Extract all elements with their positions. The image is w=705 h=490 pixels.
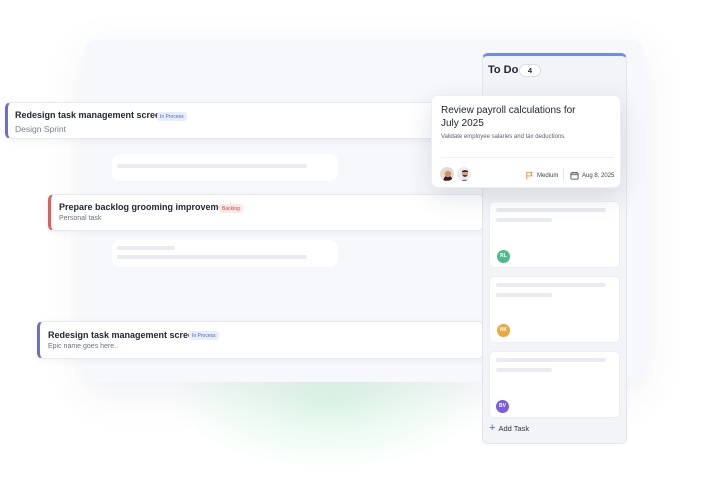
- task-card[interactable]: BV: [489, 351, 620, 418]
- status-badge: In Process: [157, 112, 187, 121]
- avatar: BV: [496, 400, 509, 413]
- task-card[interactable]: RL: [489, 201, 620, 268]
- task-row[interactable]: Redesign task management screens In Proc…: [37, 321, 484, 359]
- divider: [441, 157, 614, 158]
- task-row[interactable]: Prepare backlog grooming improvements Ba…: [48, 194, 484, 231]
- task-title: Prepare backlog grooming improvements: [59, 202, 238, 212]
- featured-task-card[interactable]: Review payroll calculations for July 202…: [431, 95, 621, 188]
- placeholder-card: [112, 154, 338, 181]
- task-title: Redesign task management screens: [15, 110, 171, 120]
- priority-label: Medium: [537, 172, 559, 179]
- placeholder-card: [112, 240, 338, 267]
- task-row[interactable]: Redesign task management screens In Proc…: [5, 102, 445, 139]
- task-subtitle: Epic name goes here..: [48, 343, 119, 350]
- calendar-icon: [570, 171, 579, 180]
- due-date-label: Aug 8, 2025: [582, 172, 615, 179]
- task-card[interactable]: NK: [489, 276, 620, 343]
- column-count-badge: 4: [519, 64, 541, 77]
- avatar: [439, 166, 455, 182]
- task-title: Review payroll calculations for July 202…: [441, 105, 576, 129]
- divider: [563, 168, 564, 180]
- column-title: To Do: [488, 64, 519, 76]
- add-task-label: Add Task: [498, 424, 530, 433]
- status-badge: Backlog: [219, 204, 243, 213]
- status-badge: In Process: [189, 331, 219, 340]
- task-title: Redesign task management screens: [48, 330, 204, 340]
- avatar: RL: [497, 250, 510, 263]
- task-description: Validate employee salaries and tax deduc…: [441, 134, 566, 140]
- task-subtitle: Design Sprint: [15, 124, 67, 134]
- priority-indicator[interactable]: Medium: [525, 171, 558, 180]
- plus-icon: +: [489, 422, 496, 434]
- task-subtitle: Personal task: [59, 215, 102, 222]
- flag-icon: [526, 171, 533, 180]
- avatar: NK: [497, 324, 510, 337]
- add-task-button[interactable]: + Add Task: [489, 422, 530, 434]
- due-date[interactable]: Aug 8, 2025: [570, 171, 614, 180]
- avatar: [456, 166, 472, 182]
